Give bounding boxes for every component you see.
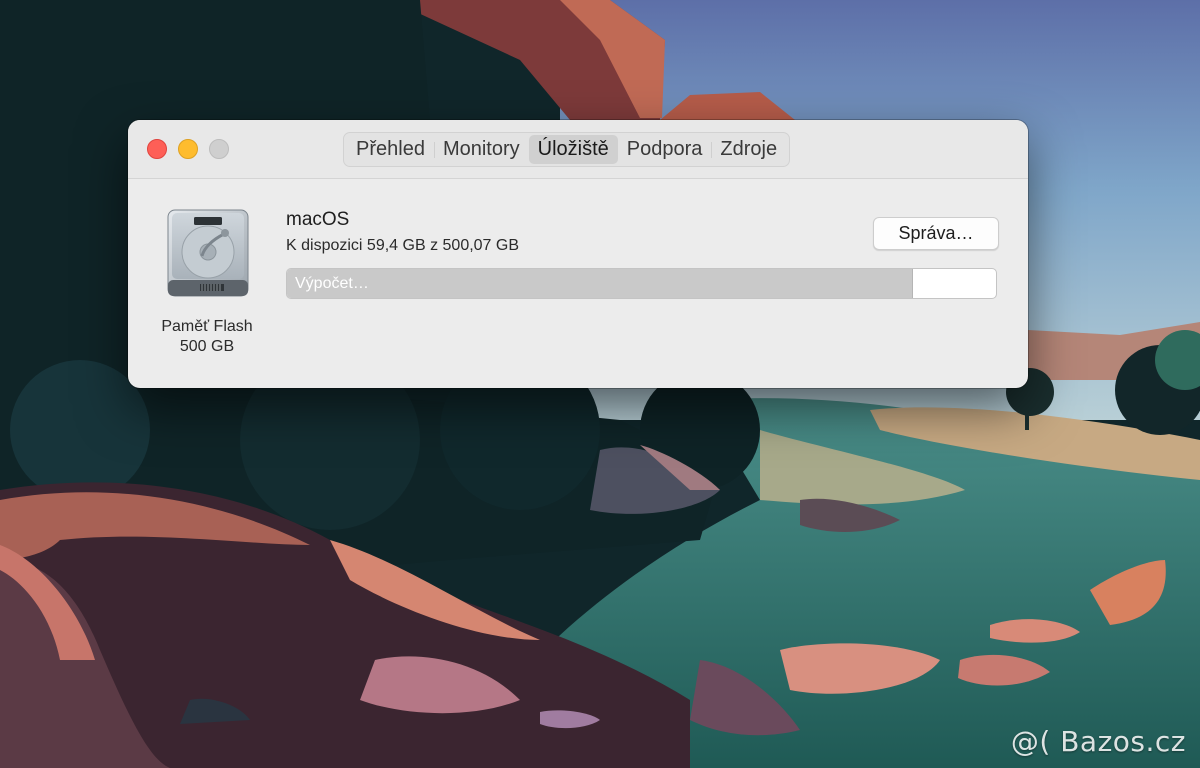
tab-podpora[interactable]: Podpora — [618, 135, 712, 164]
availability-text: K dispozici 59,4 GB z 500,07 GB — [286, 237, 520, 254]
tab-prehled[interactable]: Přehled — [347, 135, 434, 164]
disk-size-label: 500 GB — [179, 338, 235, 355]
tab-uloziste[interactable]: Úložiště — [528, 135, 618, 164]
tab-bar: Přehled Monitory Úložiště Podpora Zdroje — [343, 132, 791, 167]
zoom-window-button[interactable] — [209, 139, 229, 159]
window-titlebar: Přehled Monitory Úložiště Podpora Zdroje — [128, 120, 1028, 179]
minimize-window-button[interactable] — [178, 139, 198, 159]
storage-usage-bar: Výpočet… — [286, 268, 997, 299]
close-window-button[interactable] — [147, 139, 167, 159]
calculating-label: Výpočet… — [295, 275, 369, 292]
storage-usage-fill — [287, 269, 913, 298]
watermark-text: @( Bazos.cz — [1010, 725, 1186, 758]
manage-button[interactable]: Správa… — [873, 217, 999, 250]
tab-monitory[interactable]: Monitory — [433, 135, 529, 164]
about-this-mac-window: Přehled Monitory Úložiště Podpora Zdroje — [128, 120, 1028, 388]
disk-name-label: Paměť Flash — [161, 318, 253, 335]
volume-name: macOS — [286, 209, 350, 230]
tab-zdroje[interactable]: Zdroje — [711, 135, 786, 164]
hard-drive-icon — [167, 209, 249, 297]
